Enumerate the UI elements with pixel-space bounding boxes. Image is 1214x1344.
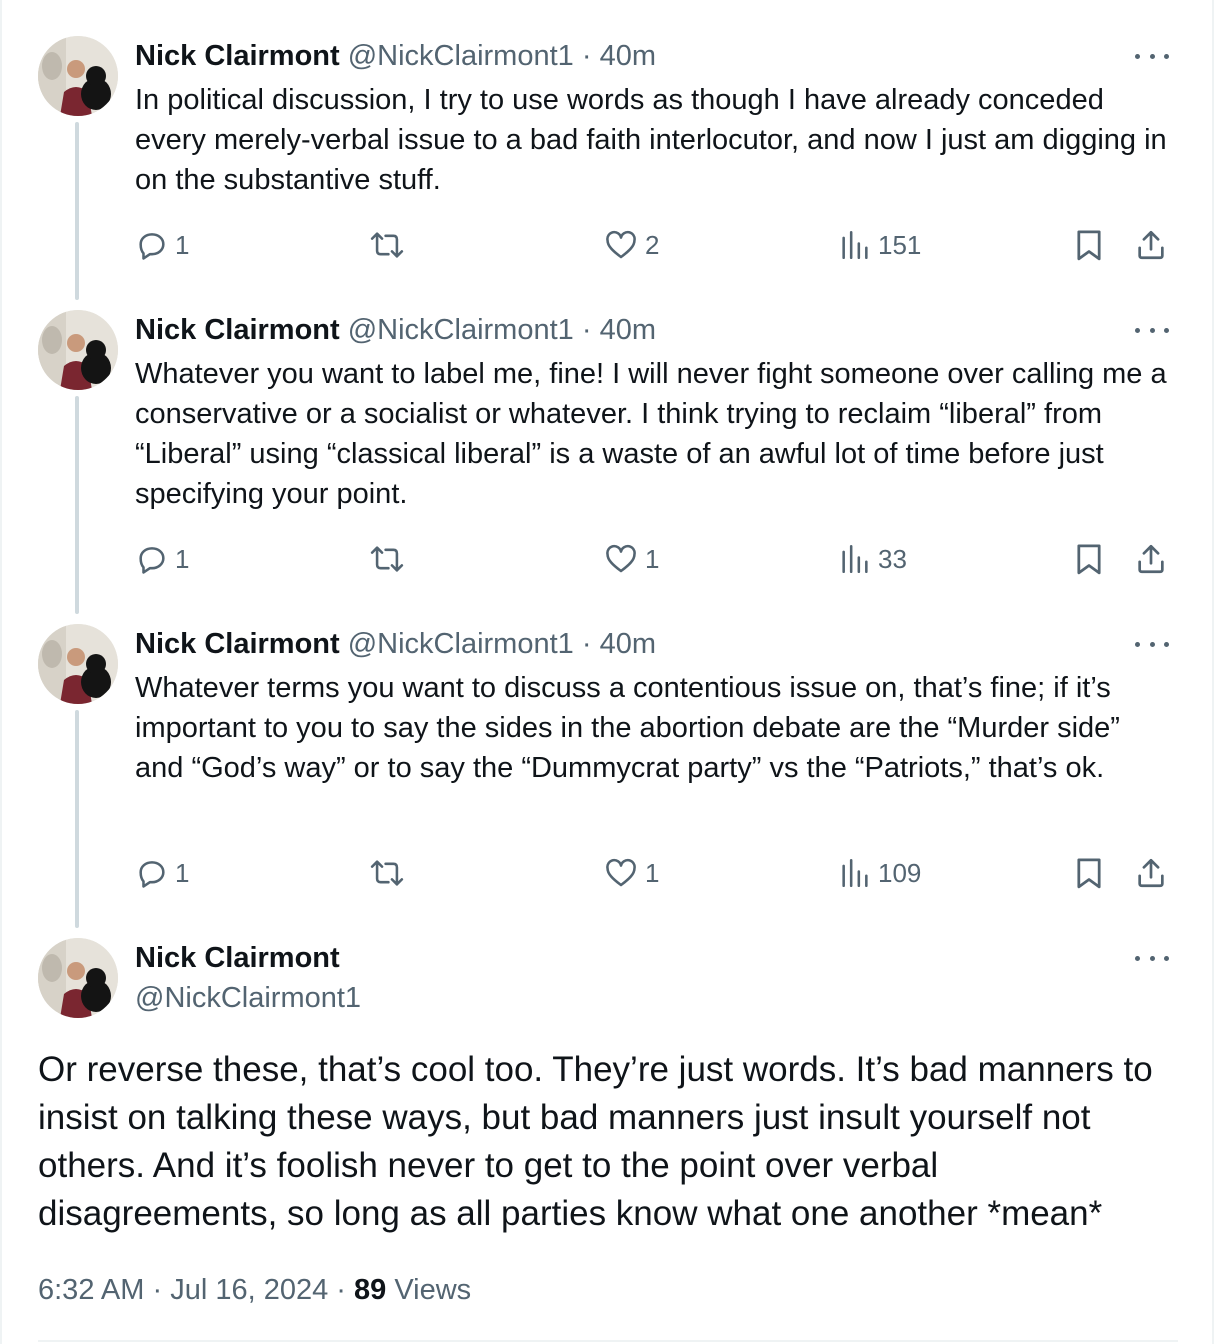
reply-button[interactable]: 1 [135,539,189,579]
tweet-actions: 1 1 33 [2,539,1214,579]
tweet-time[interactable]: 40m [600,40,656,72]
main-tweet: Nick Clairmont @NickClairmont1 Or revers… [2,0,1214,1342]
avatar-photo [38,938,118,1018]
tweet-header: Nick Clairmont @NickClairmont1 · 40m [135,627,656,661]
avatar-photo [38,624,118,704]
views-label: Views [394,1274,472,1306]
reply-icon [139,861,165,888]
views-count: 109 [878,857,922,888]
tweet-text: Whatever terms you want to discuss a con… [135,672,1120,784]
author-name[interactable]: Nick Clairmont [135,628,340,660]
views-count: 33 [878,543,907,574]
like-button[interactable]: 2 [603,225,659,265]
avatar[interactable] [38,938,118,1018]
heart-icon [606,544,636,573]
tweet-time[interactable]: 40m [600,314,656,346]
views-button[interactable]: 109 [838,853,921,893]
retweet-icon [370,860,404,886]
author-name[interactable]: Nick Clairmont [135,314,340,346]
separator-dot: · [152,1274,163,1306]
views-chart-icon [842,544,868,574]
tweet-text: In political discussion, I try to use wo… [135,84,1167,196]
tweet-timestamp[interactable]: 6:32 AM [38,1274,144,1306]
avatar-photo [38,36,118,116]
author-handle[interactable]: @NickClairmont1 [348,40,574,72]
heart-icon [606,858,636,887]
like-button[interactable]: 1 [603,539,659,579]
tweet-header: Nick Clairmont @NickClairmont1 · 40m [135,313,656,347]
bookmark-button[interactable] [1073,853,1105,893]
share-icon [1138,230,1164,260]
reply-icon [139,233,165,260]
bookmark-icon [1077,858,1101,889]
heart-icon [606,230,636,259]
separator-dot: · [581,628,592,660]
more-dots-icon[interactable] [1135,320,1169,340]
avatar[interactable] [38,310,118,390]
views-chart-icon [842,230,868,260]
tweet-time[interactable]: 40m [600,628,656,660]
more-dots-icon[interactable] [1135,948,1169,968]
reply-count: 1 [175,857,190,888]
separator-dot: · [336,1274,346,1306]
separator-dot: · [581,40,592,72]
avatar-photo [38,310,118,390]
main-tweet-text: Or reverse these, that’s cool too. They’… [38,1050,1153,1233]
reply-count: 1 [175,229,190,260]
separator-dot: · [581,314,592,346]
retweet-button[interactable] [368,225,412,265]
more-dots-icon[interactable] [1135,634,1169,654]
retweet-button[interactable] [368,853,412,893]
bookmark-button[interactable] [1073,539,1105,579]
tweet-text: Whatever you want to label me, fine! I w… [135,358,1167,510]
thread-line [75,396,79,614]
reply-icon [139,547,165,574]
retweet-icon [370,232,404,258]
retweet-button[interactable] [368,539,412,579]
like-count: 1 [645,543,660,574]
like-count: 2 [645,229,660,260]
share-button[interactable] [1134,853,1168,893]
bookmark-button[interactable] [1073,225,1105,265]
like-button[interactable]: 1 [603,853,659,893]
share-icon [1138,544,1164,574]
share-button[interactable] [1134,225,1168,265]
divider [38,1340,1178,1342]
views-count: 89 [354,1274,387,1306]
views-count: 151 [878,229,922,260]
author-handle[interactable]: @NickClairmont1 [135,978,361,1018]
author-name[interactable]: Nick Clairmont [135,938,340,978]
like-count: 1 [645,857,660,888]
author-handle[interactable]: @NickClairmont1 [348,314,574,346]
thread-line [75,710,79,928]
thread-tweet[interactable]: Nick Clairmont @NickClairmont1 · 40m In … [2,0,1214,300]
tweet-actions: 1 2 151 [2,225,1214,265]
tweet-actions: 1 1 109 [2,853,1214,893]
views-button[interactable]: 151 [838,225,921,265]
retweet-icon [370,546,404,572]
tweet-date[interactable]: Jul 16, 2024 [170,1274,328,1306]
avatar[interactable] [38,624,118,704]
reply-count: 1 [175,543,190,574]
tweet-meta: 6:32 AM · Jul 16, 2024 · 89 Views [38,1270,471,1310]
avatar[interactable] [38,36,118,116]
bookmark-icon [1077,544,1101,575]
author-handle[interactable]: @NickClairmont1 [348,628,574,660]
tweet-thread-frame: Nick Clairmont @NickClairmont1 · 40m In … [0,0,1214,1344]
author-name[interactable]: Nick Clairmont [135,40,340,72]
views-button[interactable]: 33 [838,539,907,579]
share-button[interactable] [1134,539,1168,579]
tweet-header: Nick Clairmont @NickClairmont1 · 40m [135,39,656,73]
reply-button[interactable]: 1 [135,853,189,893]
views-chart-icon [842,858,868,888]
share-icon [1138,858,1164,888]
more-dots-icon[interactable] [1135,46,1169,66]
bookmark-icon [1077,230,1101,261]
reply-button[interactable]: 1 [135,225,189,265]
